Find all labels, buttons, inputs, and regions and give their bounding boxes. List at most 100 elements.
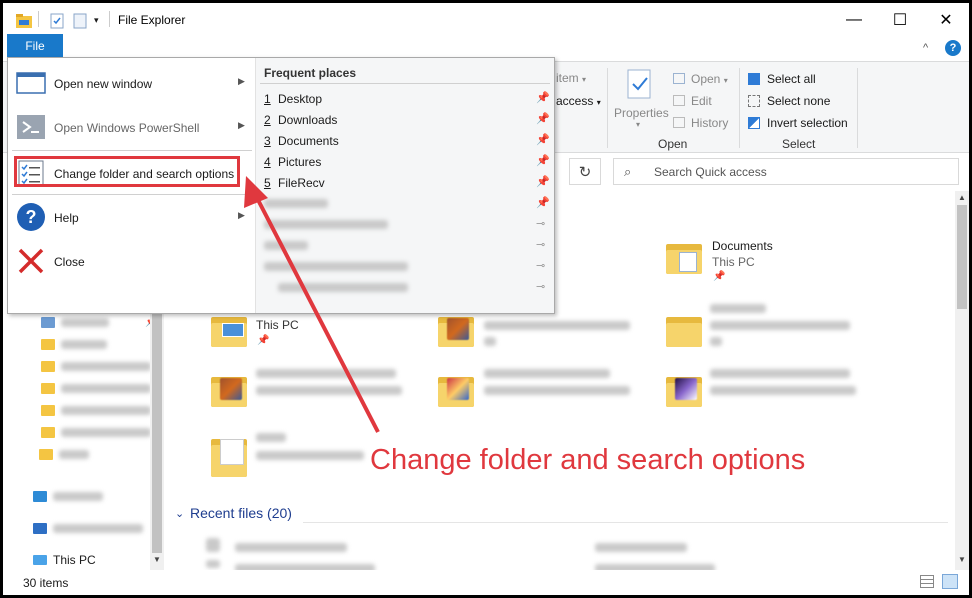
blurred-label xyxy=(710,369,850,378)
invert-selection-button[interactable]: Invert selection xyxy=(748,116,848,130)
content-scrollbar[interactable]: ▲ ▼ xyxy=(955,191,969,570)
tab-file[interactable]: File xyxy=(7,34,63,57)
blurred-label xyxy=(264,262,408,271)
pin-icon[interactable]: ⊸ xyxy=(536,217,545,230)
frequent-places-panel: Frequent places 1 Desktop 📌 2 Downloads … xyxy=(255,58,554,313)
folder-icon[interactable] xyxy=(666,373,702,407)
minimize-button[interactable]: — xyxy=(831,3,877,37)
properties-qa-icon[interactable] xyxy=(50,13,64,32)
pin-icon[interactable]: 📌 xyxy=(536,175,550,188)
close-item[interactable]: Close xyxy=(8,239,255,283)
pin-icon[interactable]: 📌 xyxy=(536,133,550,146)
pin-icon[interactable]: 📌 xyxy=(536,91,550,104)
computer-icon xyxy=(33,555,47,565)
this-pc-label: This PC xyxy=(53,553,96,567)
close-button[interactable]: ✕ xyxy=(923,3,969,37)
frequent-place-item[interactable]: ⊸ xyxy=(264,278,550,298)
pin-icon[interactable]: 📌 xyxy=(536,196,550,209)
nav-item[interactable]: 📌 xyxy=(41,313,157,331)
maximize-button[interactable]: ☐ xyxy=(877,3,923,37)
blurred-label xyxy=(53,491,103,501)
scroll-up-icon[interactable]: ▲ xyxy=(958,193,966,202)
nav-item[interactable] xyxy=(41,401,151,419)
nav-item[interactable] xyxy=(39,445,89,463)
nav-item[interactable] xyxy=(41,335,107,353)
recent-files-header[interactable]: Recent files (20) xyxy=(190,505,292,521)
open-powershell-item[interactable]: Open Windows PowerShell ▶ xyxy=(8,105,255,149)
collapse-ribbon-icon[interactable]: ^ xyxy=(923,42,928,54)
select-none-label: Select none xyxy=(767,94,831,108)
folder-icon[interactable] xyxy=(438,373,474,407)
nav-item[interactable] xyxy=(41,357,151,375)
blurred-label xyxy=(484,321,630,330)
frequent-place-item[interactable]: 4 Pictures 📌 xyxy=(264,152,550,172)
search-input[interactable]: ⌕ Search Quick access xyxy=(613,158,959,185)
help-icon[interactable]: ? xyxy=(945,40,961,56)
nav-item-this-pc[interactable]: This PC xyxy=(33,551,96,569)
refresh-button[interactable]: ↻ xyxy=(569,158,601,185)
network-icon xyxy=(33,522,47,534)
select-all-button[interactable]: Select all xyxy=(748,72,816,86)
open-new-window-item[interactable]: Open new window ▶ xyxy=(8,61,255,105)
folder-icon xyxy=(41,404,55,416)
close-x-icon xyxy=(16,246,46,276)
easy-access-button[interactable]: access ▾ xyxy=(556,94,601,108)
open-powershell-label: Open Windows PowerShell xyxy=(54,121,200,135)
blurred-label xyxy=(61,339,107,349)
frequent-place-item[interactable]: ⊸ xyxy=(264,215,550,235)
blurred-label xyxy=(484,337,496,346)
properties-button[interactable]: Properties xyxy=(614,106,669,120)
folder-icon-desktop[interactable] xyxy=(211,313,247,347)
folder-icon[interactable] xyxy=(666,313,702,347)
qa-separator xyxy=(109,11,110,27)
pin-icon[interactable]: ⊸ xyxy=(536,259,545,272)
new-folder-qa-icon[interactable] xyxy=(73,13,87,32)
history-icon xyxy=(673,117,685,128)
edit-button[interactable]: Edit xyxy=(673,94,712,108)
content-scroll-thumb[interactable] xyxy=(957,205,967,309)
folder-icon[interactable] xyxy=(211,373,247,407)
nav-item[interactable] xyxy=(33,519,143,537)
scroll-down-icon[interactable]: ▼ xyxy=(153,555,161,564)
nav-item[interactable] xyxy=(41,423,151,441)
history-button[interactable]: History xyxy=(673,116,728,130)
new-item-button[interactable]: item ▾ xyxy=(556,71,586,85)
blurred-label xyxy=(484,386,630,395)
chevron-down-icon[interactable]: ⌄ xyxy=(175,507,184,520)
new-window-icon xyxy=(16,68,46,98)
frequent-place-item[interactable]: 1 Desktop 📌 xyxy=(264,89,550,109)
documents-title[interactable]: Documents xyxy=(712,239,773,253)
large-icons-view-icon[interactable] xyxy=(942,574,958,589)
blurred-label xyxy=(61,317,109,327)
blurred-label xyxy=(264,199,328,208)
svg-text:?: ? xyxy=(26,207,37,227)
folder-icon-documents[interactable] xyxy=(666,240,702,274)
blurred-label xyxy=(256,386,402,395)
customize-qa-dropdown-icon[interactable]: ▾ xyxy=(94,15,99,26)
pin-icon[interactable]: 📌 xyxy=(536,112,550,125)
nav-item[interactable] xyxy=(41,379,151,397)
pin-icon[interactable]: ⊸ xyxy=(536,280,545,293)
pin-icon[interactable]: 📌 xyxy=(536,154,550,167)
nav-item[interactable] xyxy=(33,487,103,505)
properties-dropdown-icon[interactable]: ▾ xyxy=(636,120,640,129)
frequent-place-item[interactable]: ⊸ xyxy=(264,236,550,256)
help-item[interactable]: ? Help ▶ xyxy=(8,195,255,239)
folder-icon[interactable] xyxy=(438,313,474,347)
frequent-place-item[interactable]: ⊸ xyxy=(264,257,550,277)
frequent-place-item[interactable]: 2 Downloads 📌 xyxy=(264,110,550,130)
pin-icon[interactable]: ⊸ xyxy=(536,238,545,251)
frequent-place-item[interactable]: 3 Documents 📌 xyxy=(264,131,550,151)
frequent-place-item[interactable]: 📌 xyxy=(264,194,550,214)
details-view-icon[interactable] xyxy=(920,575,934,588)
frequent-place-number: 4 xyxy=(264,155,271,169)
folder-icon[interactable] xyxy=(211,435,247,477)
select-none-button[interactable]: Select none xyxy=(748,94,830,108)
frequent-place-item[interactable]: 5 FileRecv 📌 xyxy=(264,173,550,193)
frequent-place-number: 2 xyxy=(264,113,271,127)
submenu-arrow-icon: ▶ xyxy=(238,210,245,220)
blurred-label xyxy=(710,321,850,330)
open-button[interactable]: Open ▾ xyxy=(673,72,728,86)
scroll-down-icon[interactable]: ▼ xyxy=(958,555,966,564)
highlight-box xyxy=(14,156,240,187)
